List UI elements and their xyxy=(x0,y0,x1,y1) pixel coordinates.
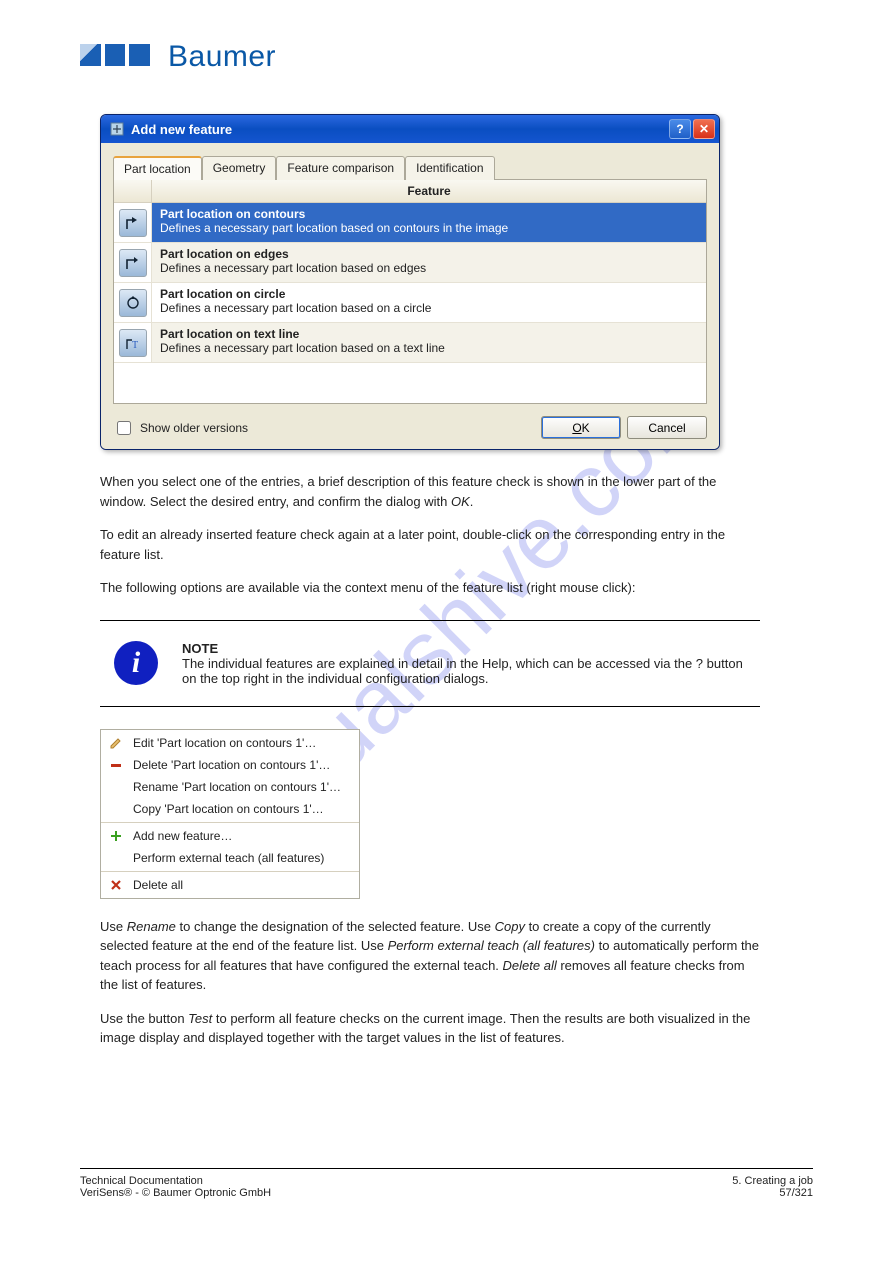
paragraph-after-1: Use Rename to change the designation of … xyxy=(100,917,760,995)
menu-item-label: Perform external teach (all features) xyxy=(133,851,324,865)
edges-icon xyxy=(119,249,147,277)
menu-item-rename[interactable]: Rename 'Part location on contours 1'… xyxy=(101,776,359,798)
feature-desc: Defines a necessary part location based … xyxy=(160,261,698,275)
blank-icon xyxy=(107,801,125,817)
help-button[interactable]: ? xyxy=(669,119,691,139)
feature-row-contours[interactable]: Part location on contours Defines a nece… xyxy=(114,203,706,243)
menu-item-label: Rename 'Part location on contours 1'… xyxy=(133,780,341,794)
context-menu: Edit 'Part location on contours 1'… Dele… xyxy=(100,729,360,899)
note-text: NOTE The individual features are explain… xyxy=(182,641,746,686)
feature-row-edges[interactable]: Part location on edges Defines a necessa… xyxy=(114,243,706,283)
feature-title: Part location on contours xyxy=(160,207,698,221)
tab-feature-comparison[interactable]: Feature comparison xyxy=(276,156,405,180)
feature-title: Part location on text line xyxy=(160,327,698,341)
feature-row-text-line[interactable]: T Part location on text line Defines a n… xyxy=(114,323,706,363)
brand-logo-mark xyxy=(80,44,150,70)
circle-icon xyxy=(119,289,147,317)
ok-button[interactable]: OK xyxy=(541,416,621,439)
after-menu-text: Use Rename to change the designation of … xyxy=(100,917,760,1048)
feature-title: Part location on circle xyxy=(160,287,698,301)
cancel-button[interactable]: Cancel xyxy=(627,416,707,439)
blank-icon xyxy=(107,779,125,795)
text-line-icon: T xyxy=(119,329,147,357)
show-older-checkbox[interactable]: Show older versions xyxy=(113,418,248,438)
dialog-titlebar: Add new feature ? ✕ xyxy=(101,115,719,143)
menu-item-add-feature[interactable]: Add new feature… xyxy=(101,825,359,847)
menu-item-label: Add new feature… xyxy=(133,829,232,843)
feature-desc: Defines a necessary part location based … xyxy=(160,301,698,315)
footer-left-line2: VeriSens® - © Baumer Optronic GmbH xyxy=(80,1187,732,1199)
menu-item-delete-all[interactable]: Delete all xyxy=(101,874,359,896)
feature-row-circle[interactable]: Part location on circle Defines a necess… xyxy=(114,283,706,323)
delete-x-icon xyxy=(107,877,125,893)
show-older-label: Show older versions xyxy=(140,421,248,435)
svg-text:T: T xyxy=(132,340,138,351)
pencil-icon xyxy=(107,735,125,751)
menu-item-external-teach[interactable]: Perform external teach (all features) xyxy=(101,847,359,869)
show-older-input[interactable] xyxy=(117,421,131,435)
menu-item-edit[interactable]: Edit 'Part location on contours 1'… xyxy=(101,732,359,754)
feature-desc: Defines a necessary part location based … xyxy=(160,221,698,235)
tab-part-location[interactable]: Part location xyxy=(113,156,202,180)
tab-geometry[interactable]: Geometry xyxy=(202,156,277,180)
add-feature-dialog: Add new feature ? ✕ Part location Geomet… xyxy=(100,114,720,450)
menu-item-label: Delete 'Part location on contours 1'… xyxy=(133,758,330,772)
footer-right-line2: 57/321 xyxy=(732,1187,813,1199)
feature-list: Part location on contours Defines a nece… xyxy=(114,203,706,403)
info-icon: i xyxy=(114,641,158,685)
paragraph-1: When you select one of the entries, a br… xyxy=(100,472,740,511)
menu-item-label: Edit 'Part location on contours 1'… xyxy=(133,736,316,750)
plus-icon xyxy=(107,828,125,844)
feature-table-header: Feature xyxy=(114,180,706,203)
menu-item-delete[interactable]: Delete 'Part location on contours 1'… xyxy=(101,754,359,776)
brand-name: Baumer xyxy=(168,40,276,74)
footer-right-line1: 5. Creating a job xyxy=(732,1175,813,1187)
blank-icon xyxy=(107,850,125,866)
body-text: When you select one of the entries, a br… xyxy=(100,472,740,598)
minus-icon xyxy=(107,757,125,773)
contours-icon xyxy=(119,209,147,237)
dialog-icon xyxy=(109,121,125,137)
menu-item-copy[interactable]: Copy 'Part location on contours 1'… xyxy=(101,798,359,820)
feature-desc: Defines a necessary part location based … xyxy=(160,341,698,355)
footer-left-line1: Technical Documentation xyxy=(80,1175,732,1187)
note-box: i NOTE The individual features are expla… xyxy=(100,620,760,707)
dialog-tabs: Part location Geometry Feature compariso… xyxy=(113,155,707,180)
feature-title: Part location on edges xyxy=(160,247,698,261)
paragraph-3: The following options are available via … xyxy=(100,578,740,598)
dialog-title: Add new feature xyxy=(131,122,669,137)
feature-column-label: Feature xyxy=(152,180,706,202)
close-button[interactable]: ✕ xyxy=(693,119,715,139)
page-footer: Technical Documentation VeriSens® - © Ba… xyxy=(80,1168,813,1199)
brand-header: Baumer xyxy=(80,40,813,74)
paragraph-after-2: Use the button Test to perform all featu… xyxy=(100,1009,760,1048)
tab-identification[interactable]: Identification xyxy=(405,156,494,180)
paragraph-2: To edit an already inserted feature chec… xyxy=(100,525,740,564)
feature-panel: Feature Part location on contours Define… xyxy=(113,179,707,404)
menu-item-label: Copy 'Part location on contours 1'… xyxy=(133,802,324,816)
menu-item-label: Delete all xyxy=(133,878,183,892)
